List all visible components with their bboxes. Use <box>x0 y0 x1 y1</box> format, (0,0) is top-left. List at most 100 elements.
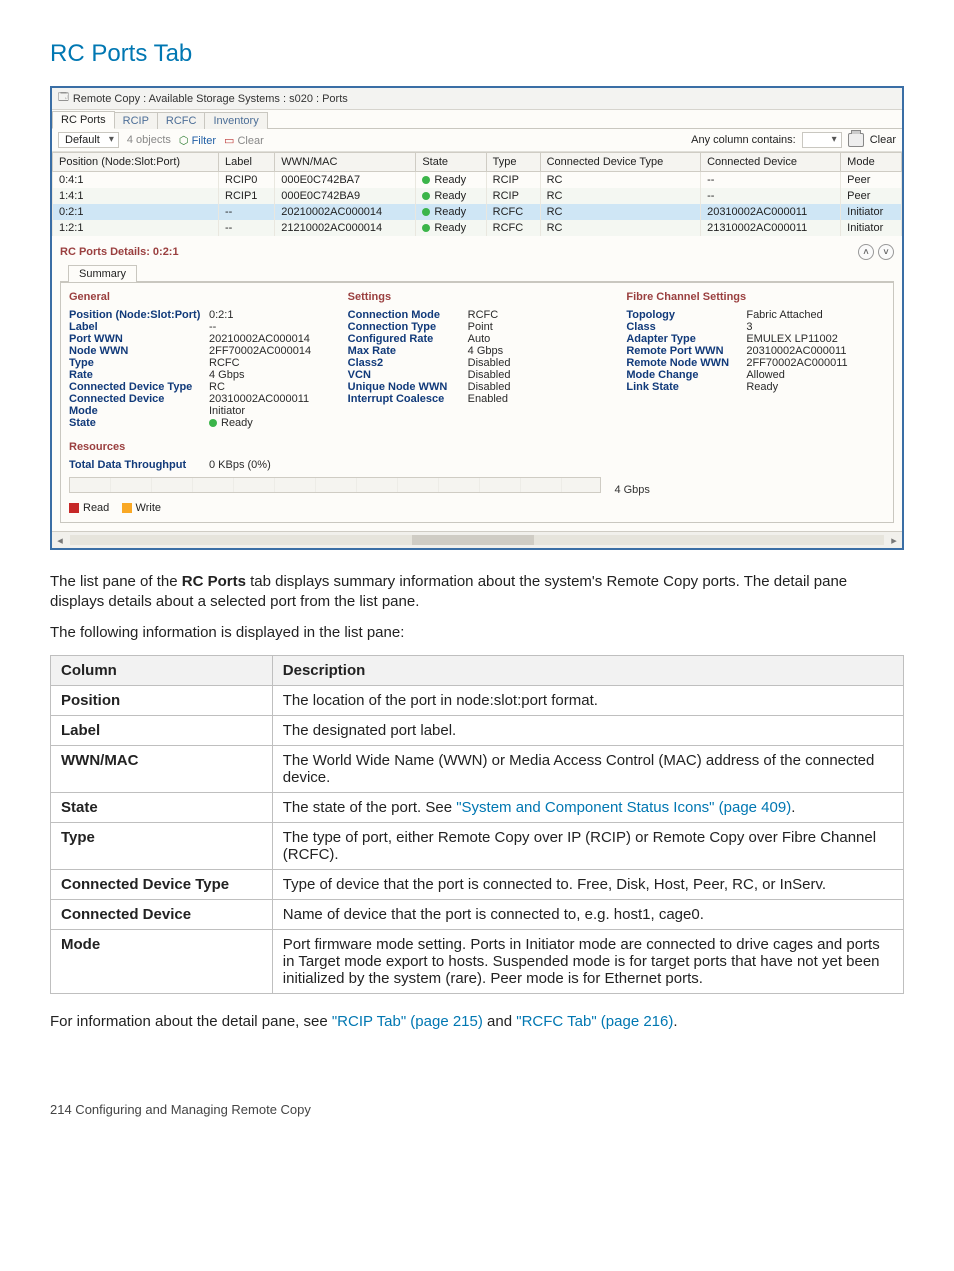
kv-row: Configured RateAuto <box>348 333 607 345</box>
desc-column-text: The World Wide Name (WWN) or Media Acces… <box>272 745 903 792</box>
window-icon: 🗔 <box>58 90 69 107</box>
scroll-left-icon[interactable]: ◂ <box>52 534 68 547</box>
fcs-title: Fibre Channel Settings <box>626 291 885 303</box>
desc-column-text: Name of device that the port is connecte… <box>272 899 903 929</box>
cell: 20210002AC000014 <box>275 204 416 220</box>
cell: -- <box>701 188 841 204</box>
kv-value: Auto <box>468 333 491 345</box>
search-label: Any column contains: <box>691 134 796 146</box>
col-conn-dev-type[interactable]: Connected Device Type <box>540 153 700 172</box>
throughput-max: 4 Gbps <box>614 484 649 496</box>
settings-col: Settings Connection ModeRCFCConnection T… <box>348 291 607 429</box>
tab-rc-ports[interactable]: RC Ports <box>52 111 115 129</box>
kv-value: 20310002AC000011 <box>746 345 846 357</box>
tab-rcfc[interactable]: RCFC <box>157 112 206 129</box>
filter-button[interactable]: ⬡ Filter <box>179 134 216 147</box>
table-row[interactable]: 0:4:1RCIP0000E0C742BA7ReadyRCIPRC--Peer <box>53 172 902 189</box>
kv-row: Adapter TypeEMULEX LP11002 <box>626 333 885 345</box>
cell: RCIP <box>486 172 540 189</box>
desc-row: StateThe state of the port. See "System … <box>51 792 904 822</box>
kv-row: ModeInitiator <box>69 405 328 417</box>
details-header: RC Ports Details: 0:2:1 ˄ ˅ <box>52 236 902 264</box>
kv-value: RC <box>209 381 225 393</box>
rc-ports-bold: RC Ports <box>182 573 246 590</box>
kv-row: Connection ModeRCFC <box>348 309 607 321</box>
status-dot-icon <box>209 419 217 427</box>
table-row[interactable]: 0:2:1--20210002AC000014ReadyRCFCRC203100… <box>53 204 902 220</box>
search-dropdown[interactable] <box>802 132 842 148</box>
kv-row: StateReady <box>69 417 328 429</box>
tab-inventory[interactable]: Inventory <box>204 112 267 129</box>
filter-icon: ⬡ <box>179 135 189 147</box>
cell: Peer <box>841 172 902 189</box>
clear-button-left[interactable]: ▭ Clear <box>224 134 264 147</box>
col-conn-dev[interactable]: Connected Device <box>701 153 841 172</box>
subtab-summary[interactable]: Summary <box>68 265 137 282</box>
list-toolbar: Default 4 objects ⬡ Filter ▭ Clear Any c… <box>52 129 902 152</box>
desc-row: ModePort firmware mode setting. Ports in… <box>51 929 904 993</box>
kv-key: Connection Type <box>348 321 468 333</box>
details-panel: General Position (Node:Slot:Port)0:2:1La… <box>60 282 894 523</box>
table-row[interactable]: 1:2:1--21210002AC000014ReadyRCFCRC213100… <box>53 220 902 236</box>
col-state[interactable]: State <box>416 153 486 172</box>
cell: -- <box>219 220 275 236</box>
tab-rcip[interactable]: RCIP <box>114 112 158 129</box>
desc-column-text: The designated port label. <box>272 715 903 745</box>
desc-column-name: Mode <box>51 929 273 993</box>
desc-column-text: The type of port, either Remote Copy ove… <box>272 822 903 869</box>
horizontal-scrollbar[interactable]: ◂ ▸ <box>52 531 902 548</box>
kv-value: EMULEX LP11002 <box>746 333 838 345</box>
throughput-label: Total Data Throughput <box>69 459 209 471</box>
cell: 000E0C742BA9 <box>275 188 416 204</box>
general-title: General <box>69 291 328 303</box>
col-wwnmac[interactable]: WWN/MAC <box>275 153 416 172</box>
kv-key: Connection Mode <box>348 309 468 321</box>
view-dropdown[interactable]: Default <box>58 132 119 148</box>
kv-key: VCN <box>348 369 468 381</box>
throughput-legend: Read Write <box>69 502 885 514</box>
status-dot-icon <box>422 208 430 216</box>
throughput-bar <box>69 477 601 493</box>
cell: RC <box>540 172 700 189</box>
kv-key: Remote Port WWN <box>626 345 746 357</box>
kv-row: Position (Node:Slot:Port)0:2:1 <box>69 309 328 321</box>
cell: Initiator <box>841 204 902 220</box>
kv-row: Port WWN20210002AC000014 <box>69 333 328 345</box>
desc-head-description: Description <box>272 655 903 685</box>
cell: -- <box>219 204 275 220</box>
collapse-down-icon[interactable]: ˅ <box>878 244 894 260</box>
legend-write-swatch <box>122 503 132 513</box>
link-rcip-tab[interactable]: "RCIP Tab" (page 215) <box>332 1013 483 1030</box>
col-position[interactable]: Position (Node:Slot:Port) <box>53 153 219 172</box>
window-titlebar: 🗔 Remote Copy : Available Storage System… <box>52 88 902 110</box>
desc-column-text: The state of the port. See "System and C… <box>272 792 903 822</box>
page-footer: 214 Configuring and Managing Remote Copy <box>50 1102 904 1117</box>
resources-title: Resources <box>69 441 885 453</box>
scroll-right-icon[interactable]: ▸ <box>886 534 902 547</box>
cell: Ready <box>416 220 486 236</box>
kv-key: Connected Device Type <box>69 381 209 393</box>
print-icon[interactable] <box>848 133 864 147</box>
cell: RC <box>540 204 700 220</box>
clear-button-right[interactable]: Clear <box>870 134 896 146</box>
kv-key: Class2 <box>348 357 468 369</box>
col-type[interactable]: Type <box>486 153 540 172</box>
kv-value: 2FF70002AC000014 <box>209 345 311 357</box>
kv-key: Node WWN <box>69 345 209 357</box>
rc-ports-table: Position (Node:Slot:Port) Label WWN/MAC … <box>52 152 902 236</box>
kv-value: Fabric Attached <box>746 309 822 321</box>
settings-title: Settings <box>348 291 607 303</box>
kv-row: VCNDisabled <box>348 369 607 381</box>
col-label[interactable]: Label <box>219 153 275 172</box>
kv-key: Mode Change <box>626 369 746 381</box>
table-row[interactable]: 1:4:1RCIP1000E0C742BA9ReadyRCIPRC--Peer <box>53 188 902 204</box>
kv-row: TypeRCFC <box>69 357 328 369</box>
collapse-up-icon[interactable]: ˄ <box>858 244 874 260</box>
doc-link[interactable]: "System and Component Status Icons" (pag… <box>456 799 791 816</box>
link-rcfc-tab[interactable]: "RCFC Tab" (page 216) <box>516 1013 673 1030</box>
cell: 1:2:1 <box>53 220 219 236</box>
cell: RC <box>540 220 700 236</box>
status-dot-icon <box>422 224 430 232</box>
col-mode[interactable]: Mode <box>841 153 902 172</box>
cell: 000E0C742BA7 <box>275 172 416 189</box>
